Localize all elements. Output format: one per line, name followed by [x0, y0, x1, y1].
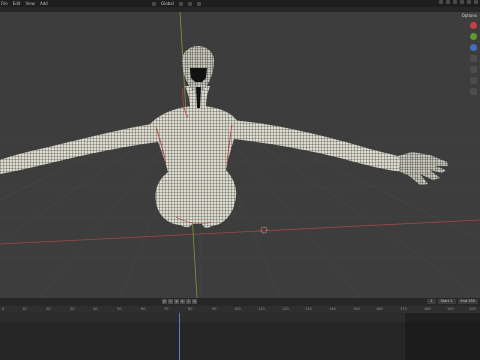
ruler-label: 60	[141, 307, 146, 311]
3d-viewport[interactable]: Options	[0, 12, 480, 298]
rendered-shading-icon[interactable]	[474, 0, 478, 4]
ruler-label: 50	[117, 307, 122, 311]
xray-icon[interactable]	[446, 0, 450, 4]
out-of-range-shade	[405, 313, 480, 360]
ruler-label: 110	[258, 307, 265, 311]
next-key-icon[interactable]: >	[186, 299, 191, 304]
x-axis-line	[0, 219, 480, 245]
ruler-label: 140	[329, 307, 336, 311]
current-frame-field[interactable]: 1	[427, 299, 436, 304]
material-shading-icon[interactable]	[467, 0, 471, 4]
snap-icon[interactable]	[187, 1, 192, 6]
jump-end-icon[interactable]: >|	[192, 299, 197, 304]
ruler-label: 20	[46, 307, 51, 311]
options-menu[interactable]: Options	[462, 13, 477, 18]
orientation-icon	[152, 1, 156, 6]
ruler-label: 90	[212, 307, 217, 311]
play-reverse-icon[interactable]: ◂	[174, 299, 179, 304]
ruler-label: 40	[93, 307, 98, 311]
pan-icon[interactable]	[470, 66, 477, 73]
camera-view-icon[interactable]	[470, 77, 477, 84]
viewport-canvas	[0, 12, 480, 298]
character-mesh	[0, 46, 448, 228]
start-value: 1	[450, 299, 453, 303]
ruler-label: 130	[305, 307, 312, 311]
timeline-area[interactable]	[0, 313, 480, 360]
end-frame-field[interactable]: End 250	[457, 299, 478, 304]
ruler-label: 150	[353, 307, 360, 311]
solid-shading-icon[interactable]	[460, 0, 464, 4]
prev-key-icon[interactable]: <	[168, 299, 173, 304]
ruler-label: 190	[447, 307, 454, 311]
shading-controls	[439, 0, 478, 4]
ruler-label: 120	[282, 307, 289, 311]
start-label: Start	[440, 299, 450, 303]
playhead[interactable]	[179, 313, 180, 360]
zoom-icon[interactable]	[470, 55, 477, 62]
wireframe-shading-icon[interactable]	[453, 0, 457, 4]
y-axis-gizmo-icon[interactable]	[470, 33, 477, 40]
timeline-header: |< < ◂ ▸ > >| 1 Start 1 End 250	[0, 298, 480, 306]
menu-file[interactable]: File	[1, 0, 8, 7]
navigation-gizmo	[470, 22, 477, 95]
frame-range: 1 Start 1 End 250	[427, 299, 478, 304]
perspective-toggle-icon[interactable]	[470, 88, 477, 95]
ruler-label: 70	[164, 307, 169, 311]
ruler-label: 30	[70, 307, 75, 311]
ruler-label: 10	[22, 307, 27, 311]
ruler-label: 200	[469, 307, 476, 311]
jump-start-icon[interactable]: |<	[162, 299, 167, 304]
menu-add[interactable]: Add	[40, 0, 48, 7]
ruler-label: 80	[188, 307, 193, 311]
ruler-label: 170	[400, 307, 407, 311]
viewport-header: File Edit View Add Global	[0, 0, 480, 7]
x-axis-gizmo-icon[interactable]	[470, 22, 477, 29]
overlay-icon[interactable]	[439, 0, 443, 4]
transform-controls: Global	[152, 0, 201, 7]
orientation-dropdown[interactable]: Global	[161, 0, 174, 7]
menu-view[interactable]: View	[25, 0, 35, 7]
end-value: 250	[468, 299, 475, 303]
3d-cursor-icon	[260, 226, 268, 234]
play-icon[interactable]: ▸	[180, 299, 185, 304]
pivot-icon[interactable]	[178, 1, 183, 6]
ruler-label: 0	[2, 307, 5, 311]
header-menu: File Edit View Add	[1, 0, 48, 7]
ruler-label: 100	[234, 307, 241, 311]
ruler-label: 160	[376, 307, 383, 311]
start-frame-field[interactable]: Start 1	[437, 299, 456, 304]
ruler-label: 180	[424, 307, 431, 311]
timeline-ruler[interactable]: 0 10 20 30 40 50 60 70 80 90 100 110 120…	[0, 306, 480, 313]
playback-controls: |< < ◂ ▸ > >|	[162, 299, 197, 304]
proportional-edit-icon[interactable]	[196, 1, 201, 6]
blender-window: File Edit View Add Global Options |< < ◂…	[0, 0, 480, 360]
menu-edit[interactable]: Edit	[13, 0, 21, 7]
z-axis-gizmo-icon[interactable]	[470, 44, 477, 51]
end-label: End	[460, 299, 468, 303]
